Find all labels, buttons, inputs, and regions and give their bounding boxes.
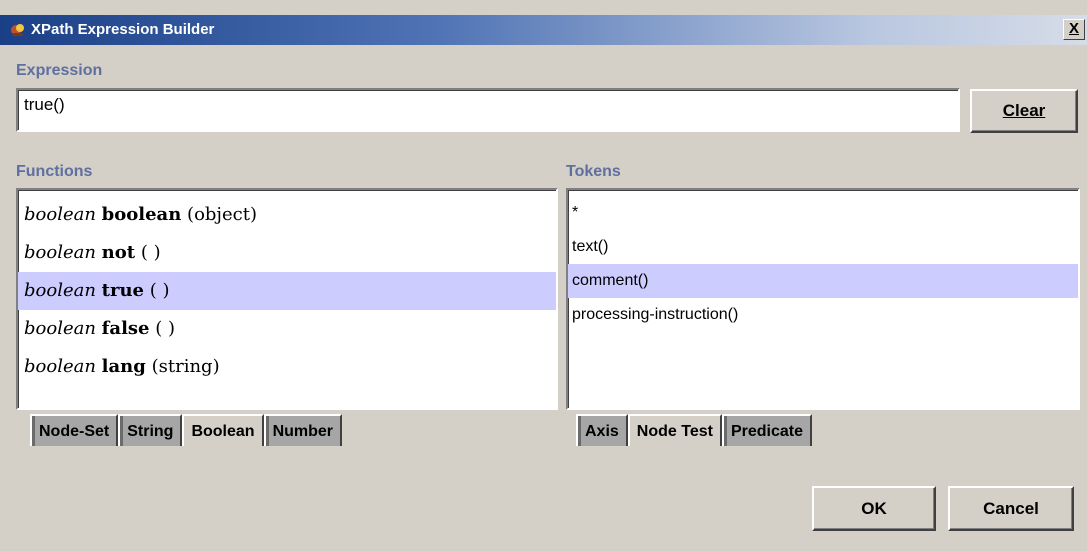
function-args: (string) <box>151 356 220 377</box>
function-item-not[interactable]: boolean not ( ) <box>18 234 556 272</box>
function-name: true <box>101 280 145 301</box>
function-args: ( ) <box>149 280 170 301</box>
function-name: not <box>101 242 136 263</box>
ok-button[interactable]: OK <box>812 486 936 531</box>
function-name: lang <box>101 356 146 377</box>
function-args: ( ) <box>140 242 161 263</box>
function-args: ( ) <box>155 318 176 339</box>
functions-list[interactable]: boolean boolean (object) boolean not ( ) b… <box>16 188 558 410</box>
token-item[interactable]: * <box>568 196 1078 230</box>
tab-axis[interactable]: Axis <box>576 414 628 446</box>
tab-number[interactable]: Number <box>263 414 343 446</box>
clear-button[interactable]: Clear <box>970 89 1078 133</box>
app-icon <box>11 24 24 36</box>
function-name: false <box>101 318 150 339</box>
close-button[interactable]: X <box>1063 19 1085 40</box>
function-return-type: boolean <box>24 356 96 377</box>
token-item[interactable]: processing-instruction() <box>568 298 1078 332</box>
function-return-type: boolean <box>24 204 96 225</box>
tab-node-test[interactable]: Node Test <box>627 414 722 446</box>
function-item-false[interactable]: boolean false ( ) <box>18 310 556 348</box>
function-args: (object) <box>187 204 257 225</box>
token-item[interactable]: comment() <box>568 264 1078 298</box>
tokens-label: Tokens <box>566 163 621 180</box>
tokens-list[interactable]: * text() comment() processing-instruction() <box>566 188 1080 410</box>
tab-boolean[interactable]: Boolean <box>182 414 264 446</box>
title-bar[interactable]: XPath Expression Builder X <box>0 15 1087 45</box>
clear-button-label: Clear <box>1002 101 1046 120</box>
expression-input[interactable]: true() <box>16 88 960 132</box>
tab-predicate[interactable]: Predicate <box>721 414 812 446</box>
functions-label: Functions <box>16 163 93 180</box>
token-item[interactable]: text() <box>568 230 1078 264</box>
function-item-lang[interactable]: boolean lang (string) <box>18 348 556 386</box>
function-item-true[interactable]: boolean true ( ) <box>18 272 556 310</box>
function-return-type: boolean <box>24 242 96 263</box>
window-title: XPath Expression Builder <box>31 21 215 38</box>
tokens-tabs: Axis Node Test Predicate <box>576 414 812 446</box>
functions-tabs: Node-Set String Boolean Number <box>30 414 343 446</box>
expression-label: Expression <box>16 62 103 79</box>
cancel-button[interactable]: Cancel <box>948 486 1074 531</box>
function-item-boolean[interactable]: boolean boolean (object) <box>18 196 556 234</box>
function-name: boolean <box>101 204 182 225</box>
function-return-type: boolean <box>24 280 96 301</box>
tab-string[interactable]: String <box>118 414 183 446</box>
xpath-builder-dialog: XPath Expression Builder X Expression tr… <box>0 0 1087 551</box>
tab-node-set[interactable]: Node-Set <box>30 414 119 446</box>
function-return-type: boolean <box>24 318 96 339</box>
